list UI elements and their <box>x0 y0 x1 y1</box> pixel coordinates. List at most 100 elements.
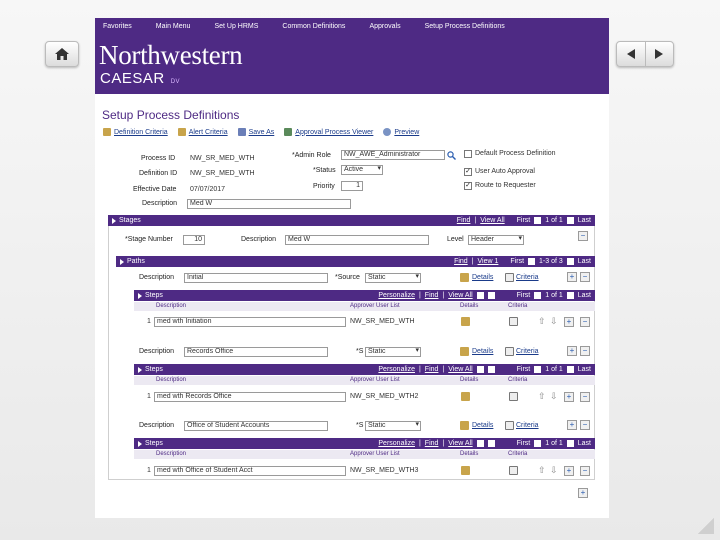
paths-last[interactable]: Last <box>578 258 591 265</box>
collapse-arrow-icon[interactable] <box>112 217 116 224</box>
approval-process-viewer-link[interactable]: Approval Process Viewer <box>284 128 373 136</box>
add-path-button[interactable]: + <box>567 272 577 282</box>
steps-first[interactable]: First <box>517 440 531 447</box>
nav-main-menu[interactable]: Main Menu <box>156 23 191 30</box>
priority-input[interactable]: 1 <box>341 181 363 191</box>
status-select[interactable]: Active <box>341 165 383 175</box>
previous-icon[interactable] <box>534 366 542 373</box>
steps-find-link[interactable]: Find <box>425 292 439 299</box>
delete-path-button[interactable]: − <box>580 272 590 282</box>
nav-set-up-hrms[interactable]: Set Up HRMS <box>214 23 258 30</box>
previous-icon[interactable] <box>534 217 542 224</box>
details-link[interactable]: Details <box>472 422 493 429</box>
user-auto-approval-checkbox[interactable]: ✓ <box>464 168 472 176</box>
details-icon[interactable] <box>461 317 470 326</box>
download-icon[interactable] <box>476 292 484 299</box>
details-link[interactable]: Details <box>472 348 493 355</box>
delete-step-button[interactable]: − <box>580 392 590 402</box>
move-down-icon[interactable]: ⇩ <box>550 316 558 327</box>
previous-icon[interactable] <box>534 440 542 447</box>
details-icon[interactable] <box>461 466 470 475</box>
nav-common-definitions[interactable]: Common Definitions <box>282 23 345 30</box>
steps-view-all-link[interactable]: View All <box>448 366 472 373</box>
collapse-arrow-icon[interactable] <box>120 258 124 265</box>
steps-first[interactable]: First <box>517 366 531 373</box>
next-slide-button[interactable] <box>646 42 674 66</box>
source-select[interactable]: Static <box>365 273 421 283</box>
preview-link[interactable]: Preview <box>383 128 419 136</box>
paths-view-link[interactable]: View 1 <box>478 258 499 265</box>
step-description-input[interactable]: med wth Office of Student Acct <box>154 466 346 476</box>
details-icon[interactable] <box>460 273 469 282</box>
criteria-icon[interactable] <box>509 392 518 401</box>
step-description-input[interactable]: med wth Initiation <box>154 317 346 327</box>
default-process-checkbox[interactable] <box>464 150 472 158</box>
source-select[interactable]: Static <box>365 421 421 431</box>
paths-find-link[interactable]: Find <box>454 258 468 265</box>
delete-step-button[interactable]: − <box>580 466 590 476</box>
criteria-icon[interactable] <box>509 466 518 475</box>
criteria-link[interactable]: Criteria <box>516 274 539 281</box>
alert-criteria-link[interactable]: Alert Criteria <box>177 128 228 136</box>
collapse-arrow-icon[interactable] <box>138 440 142 447</box>
download-icon[interactable] <box>476 366 484 373</box>
stage-number-input[interactable]: 10 <box>183 235 205 245</box>
steps-view-all-link[interactable]: View All <box>448 440 472 447</box>
stage-description-input[interactable]: Med W <box>285 235 429 245</box>
next-icon[interactable] <box>566 217 574 224</box>
steps-last[interactable]: Last <box>578 366 591 373</box>
collapse-arrow-icon[interactable] <box>138 292 142 299</box>
add-step-button[interactable]: + <box>564 466 574 476</box>
steps-find-link[interactable]: Find <box>425 440 439 447</box>
move-up-icon[interactable]: ⇧ <box>538 465 546 476</box>
move-down-icon[interactable]: ⇩ <box>550 391 558 402</box>
move-down-icon[interactable]: ⇩ <box>550 465 558 476</box>
move-up-icon[interactable]: ⇧ <box>538 316 546 327</box>
definition-criteria-link[interactable]: Definition Criteria <box>103 128 168 136</box>
nav-setup-process-definitions[interactable]: Setup Process Definitions <box>425 23 505 30</box>
delete-path-button[interactable]: − <box>580 346 590 356</box>
criteria-link[interactable]: Criteria <box>516 422 539 429</box>
add-step-button[interactable]: + <box>564 392 574 402</box>
details-icon[interactable] <box>460 421 469 430</box>
previous-icon[interactable] <box>528 258 536 265</box>
stages-view-all-link[interactable]: View All <box>480 217 504 224</box>
admin-role-input[interactable]: NW_AWE_Administrator <box>341 150 445 160</box>
lookup-icon[interactable] <box>447 151 456 160</box>
personalize-link[interactable]: Personalize <box>378 366 415 373</box>
path-description-input[interactable]: Office of Student Accounts <box>184 421 328 431</box>
details-icon[interactable] <box>460 347 469 356</box>
collapse-arrow-icon[interactable] <box>138 366 142 373</box>
steps-view-all-link[interactable]: View All <box>448 292 472 299</box>
save-as-link[interactable]: Save As <box>237 128 274 136</box>
previous-slide-button[interactable] <box>617 42 646 66</box>
criteria-icon[interactable] <box>505 421 514 430</box>
route-to-requester-checkbox[interactable]: ✓ <box>464 182 472 190</box>
move-up-icon[interactable]: ⇧ <box>538 391 546 402</box>
path-description-input[interactable]: Records Office <box>184 347 328 357</box>
zoom-icon[interactable] <box>487 366 495 373</box>
nav-favorites[interactable]: Favorites <box>103 23 132 30</box>
next-icon[interactable] <box>566 258 574 265</box>
previous-icon[interactable] <box>534 292 542 299</box>
details-icon[interactable] <box>461 392 470 401</box>
zoom-icon[interactable] <box>487 440 495 447</box>
steps-first[interactable]: First <box>517 292 531 299</box>
collapse-stage-button[interactable]: − <box>578 231 588 241</box>
delete-path-button[interactable]: − <box>580 420 590 430</box>
path-description-input[interactable]: Initial <box>184 273 328 283</box>
add-path-button[interactable]: + <box>567 420 577 430</box>
paths-first[interactable]: First <box>510 258 524 265</box>
nav-approvals[interactable]: Approvals <box>369 23 400 30</box>
criteria-icon[interactable] <box>505 347 514 356</box>
stages-first[interactable]: First <box>517 217 531 224</box>
home-button[interactable] <box>45 41 79 67</box>
add-path-button[interactable]: + <box>567 346 577 356</box>
delete-step-button[interactable]: − <box>580 317 590 327</box>
add-stage-button[interactable]: + <box>578 488 588 498</box>
criteria-icon[interactable] <box>505 273 514 282</box>
criteria-icon[interactable] <box>509 317 518 326</box>
personalize-link[interactable]: Personalize <box>378 292 415 299</box>
source-select[interactable]: Static <box>365 347 421 357</box>
steps-last[interactable]: Last <box>578 292 591 299</box>
